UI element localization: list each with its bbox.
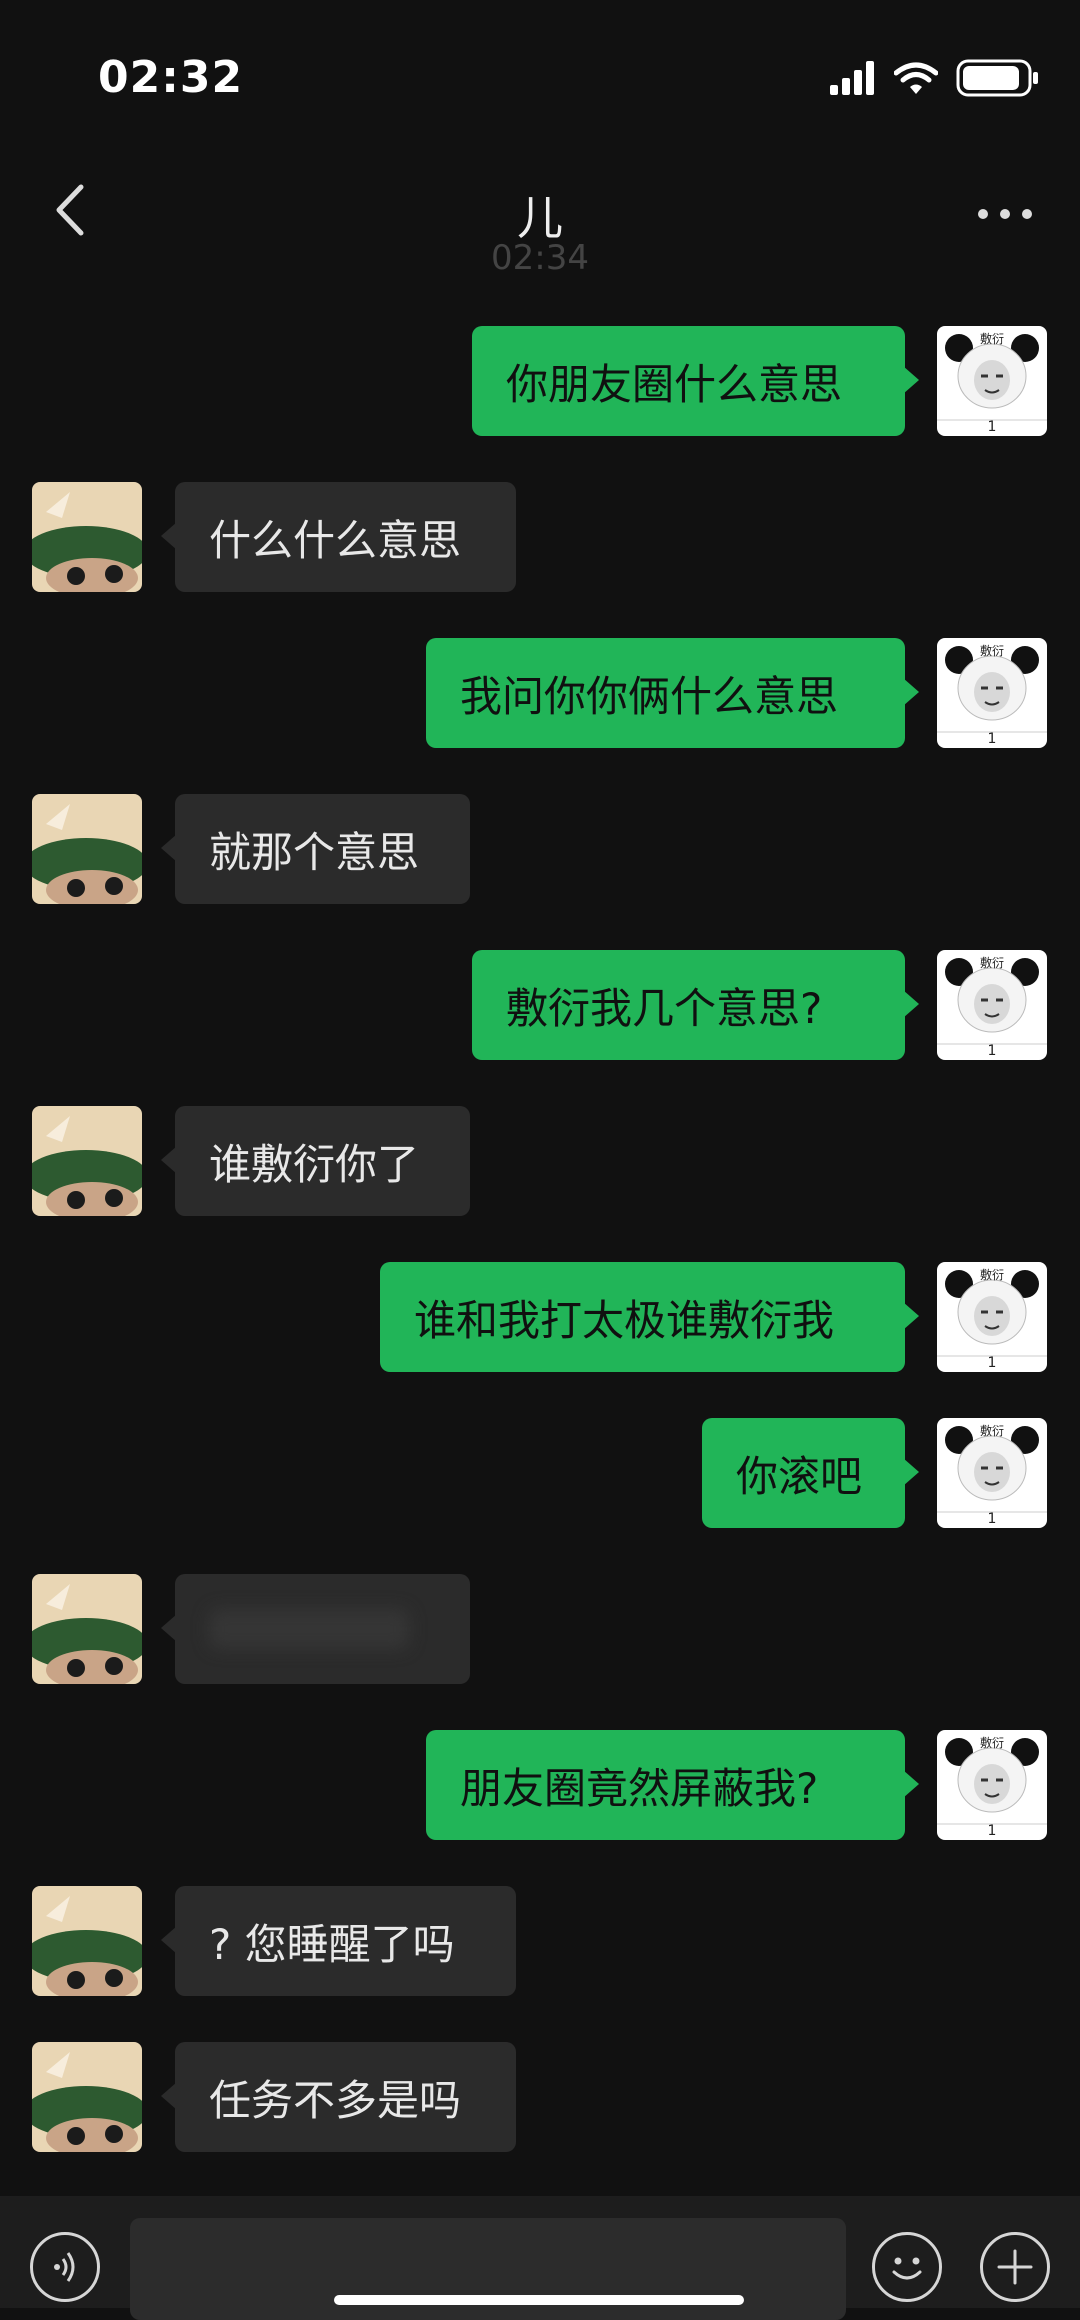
message-text: 朋友圈竟然屏蔽我? xyxy=(460,1763,819,1813)
incoming-message-bubble[interactable]: ? 您睡醒了吗 xyxy=(161,1886,516,1996)
status-time: 02:32 xyxy=(98,52,244,103)
incoming-message-bubble[interactable]: 谁敷衍你了 xyxy=(161,1106,470,1216)
outgoing-message-bubble[interactable]: 你滚吧 xyxy=(702,1418,919,1528)
message-text: 任务不多是吗 xyxy=(209,2075,462,2125)
sticker-caption: 敷衍 xyxy=(979,644,1004,658)
home-indicator xyxy=(334,2295,744,2305)
sticker-caption: 敷衍 xyxy=(979,1268,1004,1282)
my-avatar[interactable]: 敷衍 1 xyxy=(937,1730,1047,1840)
contact-avatar[interactable] xyxy=(32,2042,142,2152)
sticker-caption: 敷衍 xyxy=(979,1736,1004,1750)
sticker-badge: 1 xyxy=(987,1355,997,1371)
contact-avatar[interactable] xyxy=(32,482,142,592)
message-row: 就那个意思 xyxy=(0,794,1080,904)
add-button[interactable] xyxy=(980,2232,1050,2302)
my-avatar[interactable]: 敷衍 1 xyxy=(937,1418,1047,1528)
contact-avatar[interactable] xyxy=(32,1574,142,1684)
incoming-message-bubble[interactable] xyxy=(161,1574,470,1684)
message-text xyxy=(209,1609,409,1649)
status-icons xyxy=(830,56,1040,104)
outgoing-message-bubble[interactable]: 你朋友圈什么意思 xyxy=(472,326,919,436)
sticker-caption: 敷衍 xyxy=(979,332,1004,346)
sticker-badge: 1 xyxy=(987,419,997,435)
contact-avatar[interactable] xyxy=(32,1106,142,1216)
contact-avatar[interactable] xyxy=(32,794,142,904)
wifi-icon xyxy=(893,61,939,99)
message-text: 什么什么意思 xyxy=(209,515,462,565)
outgoing-message-bubble[interactable]: 朋友圈竟然屏蔽我? xyxy=(426,1730,919,1840)
message-row: 敷衍 1 你朋友圈什么意思 xyxy=(0,326,1080,436)
more-icon xyxy=(977,205,1033,224)
sticker-badge: 1 xyxy=(987,1823,997,1839)
signal-icon xyxy=(830,61,876,99)
message-row: ? 您睡醒了吗 xyxy=(0,1886,1080,1996)
faint-timestamp: 02:34 xyxy=(491,238,589,278)
message-row: 谁敷衍你了 xyxy=(0,1106,1080,1216)
my-avatar[interactable]: 敷衍 1 xyxy=(937,326,1047,436)
sticker-caption: 敷衍 xyxy=(979,1424,1004,1438)
sticker-caption: 敷衍 xyxy=(979,956,1004,970)
message-row: 任务不多是吗 xyxy=(0,2042,1080,2152)
message-text: ? 您睡醒了吗 xyxy=(209,1919,455,1969)
message-row: 什么什么意思 xyxy=(0,482,1080,592)
sticker-badge: 1 xyxy=(987,1043,997,1059)
my-avatar[interactable]: 敷衍 1 xyxy=(937,950,1047,1060)
my-avatar[interactable]: 敷衍 1 xyxy=(937,1262,1047,1372)
message-row: 敷衍 1 朋友圈竟然屏蔽我? xyxy=(0,1730,1080,1840)
message-text: 谁和我打太极谁敷衍我 xyxy=(414,1295,835,1345)
outgoing-message-bubble[interactable]: 敷衍我几个意思? xyxy=(472,950,919,1060)
sticker-badge: 1 xyxy=(987,731,997,747)
incoming-message-bubble[interactable]: 就那个意思 xyxy=(161,794,470,904)
message-text: 你朋友圈什么意思 xyxy=(506,359,843,409)
message-row: 敷衍 1 你滚吧 xyxy=(0,1418,1080,1528)
incoming-message-bubble[interactable]: 任务不多是吗 xyxy=(161,2042,516,2152)
message-text: 就那个意思 xyxy=(209,827,420,877)
contact-avatar[interactable] xyxy=(32,1886,142,1996)
input-bar xyxy=(0,2196,1080,2320)
status-bar: 02:32 xyxy=(0,0,1080,160)
message-row: 敷衍 1 谁和我打太极谁敷衍我 xyxy=(0,1262,1080,1372)
message-row xyxy=(0,1574,1080,1684)
message-row: 敷衍 1 敷衍我几个意思? xyxy=(0,950,1080,1060)
emoji-button[interactable] xyxy=(872,2232,942,2302)
message-text: 我问你你俩什么意思 xyxy=(460,671,839,721)
incoming-message-bubble[interactable]: 什么什么意思 xyxy=(161,482,516,592)
outgoing-message-bubble[interactable]: 谁和我打太极谁敷衍我 xyxy=(380,1262,919,1372)
voice-button[interactable] xyxy=(30,2232,100,2302)
battery-icon xyxy=(956,59,1040,101)
message-text: 你滚吧 xyxy=(736,1451,863,1501)
message-text: 敷衍我几个意思? xyxy=(506,983,823,1033)
outgoing-message-bubble[interactable]: 我问你你俩什么意思 xyxy=(426,638,919,748)
sticker-badge: 1 xyxy=(987,1511,997,1527)
my-avatar[interactable]: 敷衍 1 xyxy=(937,638,1047,748)
more-button[interactable] xyxy=(970,190,1040,238)
message-text: 谁敷衍你了 xyxy=(209,1139,420,1189)
message-row: 敷衍 1 我问你你俩什么意思 xyxy=(0,638,1080,748)
